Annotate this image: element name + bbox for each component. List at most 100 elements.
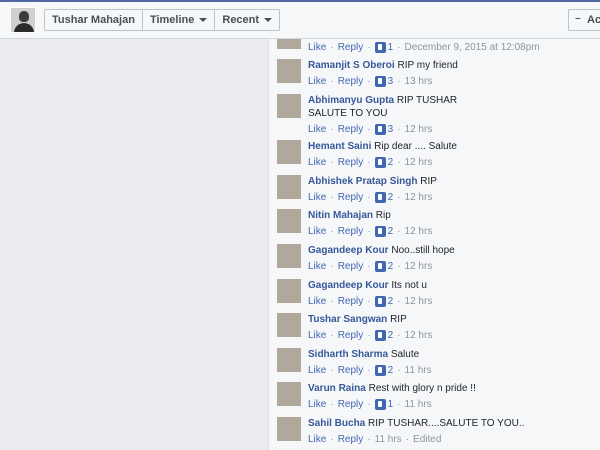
comment-timestamp[interactable]: 12 hrs	[405, 123, 433, 136]
like-link[interactable]: Like	[308, 41, 326, 54]
profile-name-link[interactable]: Tushar Mahajan	[45, 10, 143, 30]
like-link[interactable]: Like	[308, 433, 326, 446]
add-friend-button[interactable]: ⁻ Ac	[568, 9, 600, 31]
separator: ·	[397, 192, 401, 203]
reply-link[interactable]: Reply	[338, 398, 364, 411]
separator: ·	[367, 261, 371, 272]
comment-author[interactable]: Tushar Sangwan	[308, 314, 387, 325]
separator: ·	[397, 157, 401, 168]
like-link[interactable]: Like	[308, 329, 326, 342]
reply-link[interactable]: Reply	[338, 260, 364, 273]
thumbs-up-icon[interactable]	[374, 192, 386, 203]
like-link[interactable]: Like	[308, 295, 326, 308]
commenter-avatar[interactable]	[277, 417, 301, 441]
thumbs-up-icon[interactable]	[374, 124, 386, 135]
like-count[interactable]: 2	[388, 156, 394, 169]
like-count[interactable]: 1	[388, 398, 394, 411]
separator: ·	[330, 365, 334, 376]
comment-timestamp[interactable]: 12 hrs	[405, 156, 433, 169]
like-link[interactable]: Like	[308, 398, 326, 411]
commenter-avatar[interactable]	[277, 209, 301, 233]
commenter-avatar[interactable]	[277, 313, 301, 337]
reply-link[interactable]: Reply	[338, 364, 364, 377]
comment-timestamp[interactable]: December 9, 2015 at 12:08pm	[405, 41, 540, 54]
like-count[interactable]: 1	[388, 41, 394, 54]
separator: ·	[367, 124, 371, 135]
comment-author[interactable]: Varun Raina	[308, 383, 366, 394]
like-link[interactable]: Like	[308, 123, 326, 136]
comment-author[interactable]: Abhimanyu Gupta	[308, 95, 394, 106]
comment-timestamp[interactable]: 11 hrs	[405, 364, 432, 377]
comment-author[interactable]: Sahil Bucha	[308, 418, 365, 429]
like-count[interactable]: 2	[388, 191, 394, 204]
comment-timestamp[interactable]: 12 hrs	[405, 191, 433, 204]
like-count[interactable]: 2	[388, 364, 394, 377]
commenter-avatar[interactable]	[277, 382, 301, 406]
thumbs-up-icon[interactable]	[374, 226, 386, 237]
commenter-avatar[interactable]	[277, 348, 301, 372]
comment-timestamp[interactable]: 11 hrs	[405, 398, 432, 411]
reply-link[interactable]: Reply	[338, 191, 364, 204]
comment-timestamp[interactable]: 12 hrs	[405, 295, 433, 308]
like-link[interactable]: Like	[308, 225, 326, 238]
comment-timestamp[interactable]: 11 hrs	[375, 433, 402, 446]
commenter-avatar[interactable]	[277, 59, 301, 83]
commenter-avatar[interactable]	[277, 279, 301, 303]
separator: ·	[397, 124, 401, 135]
comment-author[interactable]: Hemant Saini	[308, 141, 371, 152]
reply-link[interactable]: Reply	[338, 75, 364, 88]
thumbs-up-icon[interactable]	[374, 261, 386, 272]
commenter-avatar[interactable]	[277, 244, 301, 268]
thumbs-up-icon[interactable]	[374, 157, 386, 168]
reply-link[interactable]: Reply	[338, 295, 364, 308]
like-link[interactable]: Like	[308, 364, 326, 377]
comment-timestamp[interactable]: 12 hrs	[405, 260, 433, 273]
comment-author[interactable]: Abhishek Pratap Singh	[308, 176, 417, 187]
like-link[interactable]: Like	[308, 75, 326, 88]
comment-author[interactable]: Nitin Mahajan	[308, 210, 373, 221]
like-count[interactable]: 2	[388, 295, 394, 308]
reply-link[interactable]: Reply	[338, 41, 364, 54]
comment-body: Gagandeep Kour Its not u Like · Reply · 2 ·…	[308, 279, 593, 308]
like-count[interactable]: 2	[388, 260, 394, 273]
comment-author[interactable]: Gagandeep Kour	[308, 245, 389, 256]
reply-link[interactable]: Reply	[338, 123, 364, 136]
like-count[interactable]: 3	[388, 75, 394, 88]
commenter-avatar[interactable]	[277, 140, 301, 164]
comment-author[interactable]: Ramanjit S Oberoi	[308, 60, 395, 71]
thumbs-up-icon[interactable]	[374, 76, 386, 87]
commenter-avatar[interactable]	[277, 94, 301, 118]
edited-label[interactable]: Edited	[413, 433, 441, 446]
comment-actions: Like · Reply · 3 · 13 hrs	[308, 75, 593, 88]
thumbs-up-icon[interactable]	[374, 42, 386, 53]
commenter-avatar[interactable]	[277, 175, 301, 199]
reply-link[interactable]: Reply	[338, 225, 364, 238]
reply-link[interactable]: Reply	[338, 156, 364, 169]
separator: ·	[330, 192, 334, 203]
separator: ·	[330, 399, 334, 410]
comment-text: RIP	[390, 314, 407, 325]
thumbs-up-icon[interactable]	[374, 330, 386, 341]
comment-timestamp[interactable]: 12 hrs	[405, 329, 433, 342]
comment-timestamp[interactable]: 13 hrs	[405, 75, 433, 88]
commenter-avatar[interactable]	[277, 39, 301, 49]
like-count[interactable]: 2	[388, 225, 394, 238]
comment-author[interactable]: Gagandeep Kour	[308, 280, 389, 291]
like-link[interactable]: Like	[308, 191, 326, 204]
thumbs-up-icon[interactable]	[374, 399, 386, 410]
thumbs-up-icon[interactable]	[374, 296, 386, 307]
reply-link[interactable]: Reply	[338, 329, 364, 342]
thumbs-up-icon[interactable]	[374, 365, 386, 376]
separator: ·	[367, 76, 371, 87]
comment-author[interactable]: Sidharth Sharma	[308, 349, 388, 360]
profile-avatar[interactable]	[10, 7, 36, 33]
separator: ·	[367, 399, 371, 410]
comment-timestamp[interactable]: 12 hrs	[405, 225, 433, 238]
like-count[interactable]: 2	[388, 329, 394, 342]
timeline-dropdown[interactable]: Timeline	[143, 10, 216, 30]
reply-link[interactable]: Reply	[338, 433, 364, 446]
like-link[interactable]: Like	[308, 260, 326, 273]
recent-dropdown[interactable]: Recent	[215, 10, 279, 30]
like-count[interactable]: 3	[388, 123, 394, 136]
like-link[interactable]: Like	[308, 156, 326, 169]
